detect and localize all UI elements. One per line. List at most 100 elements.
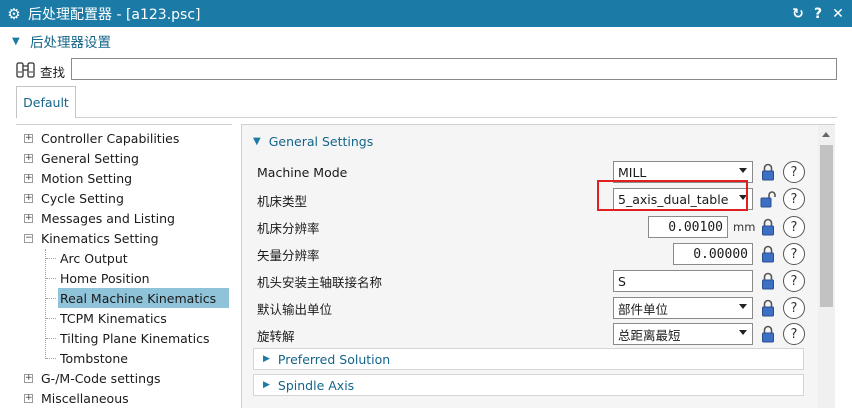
tree-item-controller-capabilities[interactable]: + Controller Capabilities: [24, 128, 179, 148]
tab-default[interactable]: Default: [16, 86, 76, 118]
param-label: Machine Mode: [257, 164, 348, 180]
scroll-up-icon[interactable]: [822, 132, 830, 137]
tree-item-label: G-/M-Code settings: [41, 370, 161, 386]
machine-resolution-input[interactable]: 0.00100: [648, 216, 728, 238]
scrollbar-thumb[interactable]: [820, 145, 833, 307]
param-label: 机床类型: [257, 193, 308, 209]
tree-item-label: Controller Capabilities: [41, 130, 180, 146]
triangle-down-icon: ▼: [12, 35, 20, 47]
collapse-icon[interactable]: −: [24, 233, 33, 243]
tree-item-label: Kinematics Setting: [41, 230, 159, 246]
tree-item-cycle-setting[interactable]: + Cycle Setting: [24, 188, 124, 208]
help-icon[interactable]: ?: [808, 6, 828, 22]
tree-item-tilting-plane-kinematics[interactable]: Tilting Plane Kinematics: [58, 328, 210, 348]
window-title: 后处理配置器 - [a123.psc]: [28, 6, 201, 23]
expand-icon[interactable]: +: [24, 373, 33, 383]
tree-item-label: Messages and Listing: [41, 210, 175, 226]
expand-icon[interactable]: +: [24, 173, 33, 183]
lock-icon[interactable]: [758, 323, 778, 345]
help-icon[interactable]: ?: [783, 161, 805, 183]
tree-item-kinematics-setting[interactable]: − Kinematics Setting: [24, 228, 159, 248]
rotary-solution-select[interactable]: 总距离最短: [613, 323, 753, 345]
tree-item-messages-and-listing[interactable]: + Messages and Listing: [24, 208, 175, 228]
select-value: 总距离最短: [618, 327, 681, 343]
tab-divider: [16, 117, 837, 118]
help-icon[interactable]: ?: [783, 297, 805, 319]
select-value: MILL: [618, 164, 647, 180]
settings-tree: + Controller Capabilities + General Sett…: [16, 124, 232, 408]
tree-item-label: Real Machine Kinematics: [60, 290, 217, 306]
triangle-right-icon: ▶: [263, 380, 270, 390]
tree-guide: [46, 338, 56, 339]
general-settings-header[interactable]: ▼ General Settings: [253, 130, 373, 152]
group-title: Spindle Axis: [277, 377, 355, 393]
lock-icon[interactable]: [758, 161, 778, 183]
tree-item-arc-output[interactable]: Arc Output: [58, 248, 128, 268]
tree-item-label: General Setting: [41, 150, 139, 166]
preferred-solution-group[interactable]: ▶ Preferred Solution: [253, 348, 804, 370]
group-title: Preferred Solution: [277, 351, 391, 367]
head-spindle-name-input[interactable]: S: [613, 270, 753, 292]
default-output-unit-select[interactable]: 部件单位: [613, 297, 753, 319]
help-icon[interactable]: ?: [783, 216, 805, 238]
lock-icon[interactable]: [758, 216, 778, 238]
search-label: 查找: [40, 65, 66, 80]
unlock-icon[interactable]: [758, 188, 778, 210]
expand-icon[interactable]: +: [24, 193, 33, 203]
tab-bar: Default: [0, 86, 852, 119]
expand-icon[interactable]: +: [24, 213, 33, 223]
expand-icon[interactable]: +: [24, 393, 33, 403]
tree-item-label: Tombstone: [60, 350, 128, 366]
tree-item-label: Arc Output: [60, 250, 128, 266]
tree-item-label: Motion Setting: [41, 170, 133, 186]
lock-icon[interactable]: [758, 270, 778, 292]
help-icon[interactable]: ?: [783, 323, 805, 345]
tree-item-motion-setting[interactable]: + Motion Setting: [24, 168, 132, 188]
expand-icon[interactable]: +: [24, 153, 33, 163]
tree-item-label: Miscellaneous: [41, 390, 129, 406]
refresh-icon[interactable]: ↻: [788, 6, 808, 22]
spindle-axis-group[interactable]: ▶ Spindle Axis: [253, 374, 804, 396]
window-controls: ↻ ? ✕: [788, 0, 848, 27]
binoculars-icon: [16, 62, 35, 78]
param-label: 旋转解: [257, 328, 295, 344]
section-header[interactable]: ▼ 后处理器设置: [0, 28, 852, 54]
tree-item-tcpm-kinematics[interactable]: TCPM Kinematics: [58, 308, 167, 328]
close-icon[interactable]: ✕: [828, 6, 848, 22]
expand-icon[interactable]: +: [24, 133, 33, 143]
search-input[interactable]: [71, 58, 837, 80]
tree-item-label: Tilting Plane Kinematics: [60, 330, 210, 346]
tree-item-tombstone[interactable]: Tombstone: [58, 348, 128, 368]
input-value: 0.00100: [668, 219, 723, 235]
input-value: 0.00000: [693, 246, 748, 262]
highlight-box: [597, 180, 748, 211]
section-label: 后处理器设置: [30, 35, 111, 51]
chevron-down-icon: [739, 304, 747, 309]
chevron-down-icon: [739, 330, 747, 335]
tree-guide: [45, 249, 46, 359]
help-icon[interactable]: ?: [783, 270, 805, 292]
tree-item-gm-code-settings[interactable]: + G-/M-Code settings: [24, 368, 161, 388]
tree-item-real-machine-kinematics[interactable]: Real Machine Kinematics: [58, 288, 229, 308]
tree-item-label: Home Position: [60, 270, 150, 286]
input-value: S: [618, 273, 626, 289]
help-icon[interactable]: ?: [783, 243, 805, 265]
tree-item-label: TCPM Kinematics: [60, 310, 167, 326]
help-icon[interactable]: ?: [783, 188, 805, 210]
tree-guide: [46, 278, 56, 279]
vector-resolution-input[interactable]: 0.00000: [673, 243, 753, 265]
tree-item-home-position[interactable]: Home Position: [58, 268, 150, 288]
tree-guide: [46, 358, 56, 359]
param-label: 矢量分辨率: [257, 247, 320, 263]
lock-icon[interactable]: [758, 243, 778, 265]
chevron-down-icon: [739, 168, 747, 173]
select-value: 部件单位: [618, 301, 669, 317]
settings-panel: ▼ General Settings Machine Mode MILL ? 机…: [241, 124, 818, 408]
param-label: 机头安装主轴联接名称: [257, 274, 383, 290]
vertical-scrollbar[interactable]: [818, 124, 835, 408]
param-label: 默认输出单位: [257, 301, 333, 317]
tree-item-general-setting[interactable]: + General Setting: [24, 148, 139, 168]
tree-guide: [46, 318, 56, 319]
lock-icon[interactable]: [758, 297, 778, 319]
tree-item-miscellaneous[interactable]: + Miscellaneous: [24, 388, 129, 408]
